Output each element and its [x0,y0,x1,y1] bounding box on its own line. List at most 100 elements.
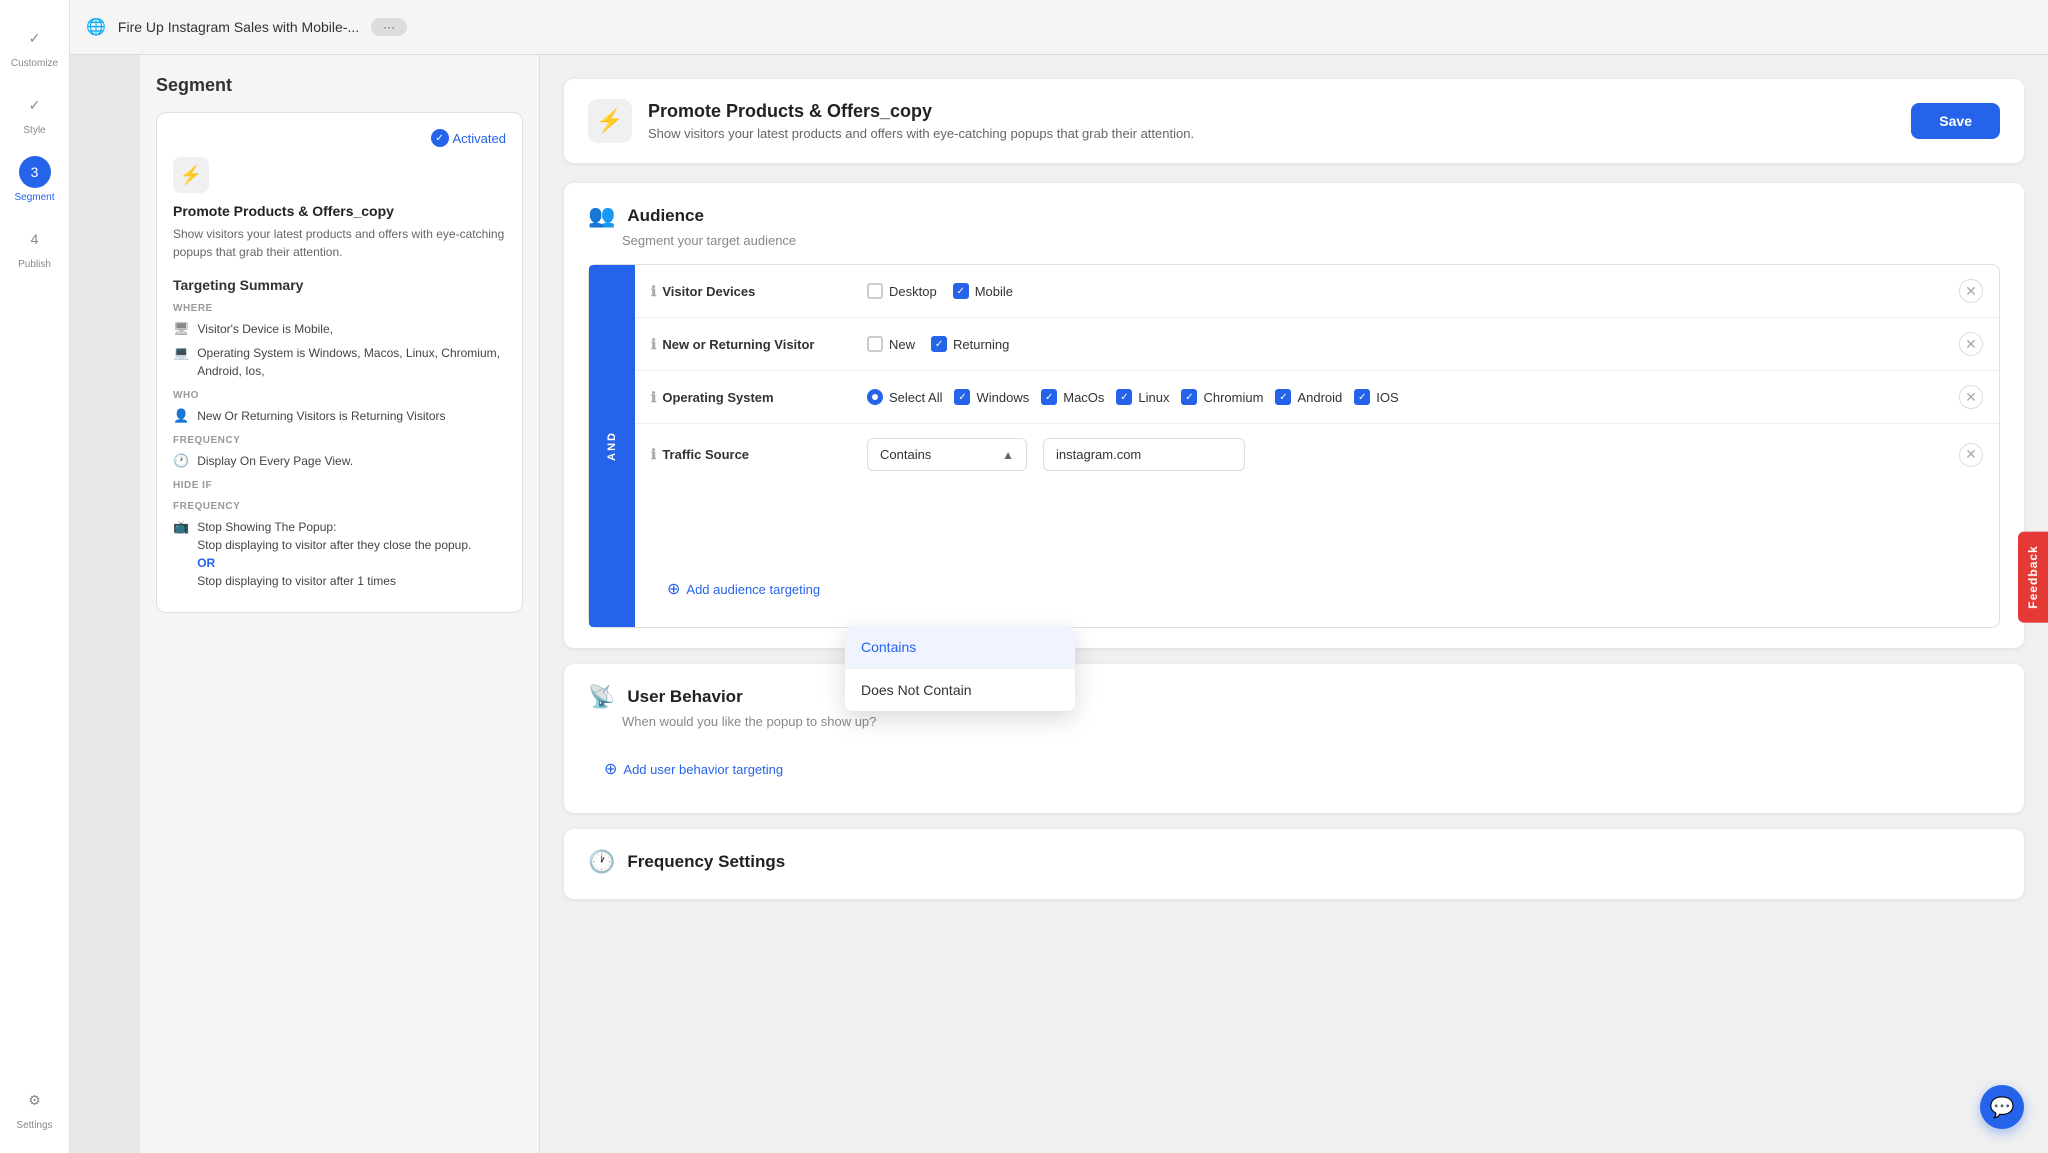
checkbox-checked[interactable]: ✓ [1275,389,1291,405]
contains-option[interactable]: Contains [845,626,1075,669]
header-desc: Show visitors your latest products and o… [648,126,1895,141]
sidebar-item-settings[interactable]: ⚙ Settings [0,1074,69,1141]
ios-checkbox[interactable]: ✓ IOS [1354,389,1398,405]
checkbox-checked[interactable]: ✓ [931,336,947,352]
checkbox-checked[interactable]: ✓ [1041,389,1057,405]
checkbox-checked[interactable]: ✓ [954,389,970,405]
sidebar-item-publish[interactable]: 4 Publish [0,213,69,280]
style-icon: ✓ [19,89,51,121]
feedback-tab[interactable]: Feedback [2018,531,2048,622]
targeting-text: New Or Returning Visitors is Returning V… [197,407,445,425]
display-icon: 📺 [173,519,189,535]
traffic-source-section: ℹ Traffic Source Contains ▲ ✕ [635,424,1999,627]
top-bar: 🌐 Fire Up Instagram Sales with Mobile-..… [70,0,2048,55]
globe-icon: 🌐 [86,17,106,37]
and-bar: AND [589,265,635,627]
new-checkbox[interactable]: New [867,336,915,352]
sidebar-item-style[interactable]: ✓ Style [0,79,69,146]
macos-checkbox[interactable]: ✓ MacOs [1041,389,1104,405]
returning-checkbox[interactable]: ✓ Returning [931,336,1009,352]
targeting-summary-title: Targeting Summary [173,277,506,293]
operating-system-row: ℹ Operating System Select All ✓ Windows [635,371,1999,424]
segment-panel-title: Segment [156,75,523,96]
desktop-label: Desktop [889,284,937,299]
targeting-text: Display On Every Page View. [197,452,353,470]
checkbox-unchecked[interactable] [867,283,883,299]
sidebar: ✓ Customize ✓ Style 3 Segment 4 Publish … [0,0,70,1153]
who-label: WHO [173,390,506,401]
content-area: ⚡ Promote Products & Offers_copy Show vi… [540,55,2048,1153]
radio-checked[interactable] [867,389,883,405]
checkbox-unchecked[interactable] [867,336,883,352]
checkbox-checked[interactable]: ✓ [1116,389,1132,405]
new-label: New [889,337,915,352]
frequency-icon: 🕐 [588,849,615,875]
delete-traffic-source-button[interactable]: ✕ [1959,443,1983,467]
traffic-source-label: ℹ Traffic Source [651,446,851,463]
os-icon: 💻 [173,345,189,361]
windows-label: Windows [976,390,1029,405]
and-label: AND [606,431,618,461]
traffic-source-input[interactable] [1043,438,1245,471]
sidebar-item-label: Settings [16,1120,52,1131]
targeting-row: 🖥 Visitor's Device is Mobile, [173,320,506,338]
user-behavior-title: User Behavior [627,687,742,707]
targeting-text: Operating System is Windows, Macos, Linu… [197,344,506,380]
macos-label: MacOs [1063,390,1104,405]
targeting-summary: Targeting Summary WHERE 🖥 Visitor's Devi… [173,277,506,590]
targeting-row: 💻 Operating System is Windows, Macos, Li… [173,344,506,380]
checkbox-checked[interactable]: ✓ [1354,389,1370,405]
top-bar-pill[interactable]: ··· [371,18,407,36]
add-user-behavior-label: Add user behavior targeting [623,762,783,777]
targeting-row: 🕐 Display On Every Page View. [173,452,506,470]
operating-system-controls: Select All ✓ Windows ✓ MacOs ✓ [867,389,1943,405]
traffic-source-row: ℹ Traffic Source Contains ▲ ✕ [635,424,1999,485]
checkbox-checked[interactable]: ✓ [1181,389,1197,405]
add-audience-targeting-link[interactable]: ⊕ Add audience targeting [651,565,1983,613]
chat-button[interactable]: 💬 [1980,1085,2024,1129]
lightning-icon: ⚡ [173,157,209,193]
android-checkbox[interactable]: ✓ Android [1275,389,1342,405]
sidebar-item-customize[interactable]: ✓ Customize [0,12,69,79]
android-label: Android [1297,390,1342,405]
windows-checkbox[interactable]: ✓ Windows [954,389,1029,405]
page-title: Fire Up Instagram Sales with Mobile-... [118,19,359,35]
visitor-devices-row: ℹ Visitor Devices Desktop ✓ Mobile [635,265,1999,318]
info-icon: ℹ [651,336,656,353]
visitor-devices-controls: Desktop ✓ Mobile [867,283,1943,299]
sidebar-item-segment[interactable]: 3 Segment [0,146,69,213]
ios-label: IOS [1376,390,1398,405]
select-all-label: Select All [889,390,942,405]
info-icon: ℹ [651,389,656,406]
desktop-checkbox[interactable]: Desktop [867,283,937,299]
user-behavior-subtitle: When would you like the popup to show up… [622,714,2000,729]
sidebar-item-label: Publish [18,259,51,270]
delete-new-returning-button[interactable]: ✕ [1959,332,1983,356]
audience-icon: 👥 [588,203,615,229]
chromium-checkbox[interactable]: ✓ Chromium [1181,389,1263,405]
sidebar-item-label: Segment [14,192,54,203]
traffic-source-controls: Contains ▲ [867,438,1943,471]
mobile-checkbox[interactable]: ✓ Mobile [953,283,1013,299]
header-lightning-icon: ⚡ [588,99,632,143]
new-returning-label: ℹ New or Returning Visitor [651,336,851,353]
where-label: WHERE [173,303,506,314]
audience-subtitle: Segment your target audience [622,233,2000,248]
campaign-card: ✓ Activated ⚡ Promote Products & Offers_… [156,112,523,613]
new-returning-text: New or Returning Visitor [662,337,814,352]
save-button[interactable]: Save [1911,103,2000,139]
delete-visitor-devices-button[interactable]: ✕ [1959,279,1983,303]
linux-checkbox[interactable]: ✓ Linux [1116,389,1169,405]
info-icon: ℹ [651,446,656,463]
checkbox-checked[interactable]: ✓ [953,283,969,299]
contains-dropdown[interactable]: Contains ▲ [867,438,1027,471]
device-icon: 🖥 [173,321,190,337]
add-user-behavior-link[interactable]: ⊕ Add user behavior targeting [588,745,2000,793]
user-behavior-icon: 📡 [588,684,615,710]
segment-icon: 3 [19,156,51,188]
traffic-source-text: Traffic Source [662,447,749,462]
does-not-contain-option[interactable]: Does Not Contain [845,669,1075,711]
select-all-radio[interactable]: Select All [867,389,942,405]
check-icon: ✓ [431,129,449,147]
delete-os-button[interactable]: ✕ [1959,385,1983,409]
